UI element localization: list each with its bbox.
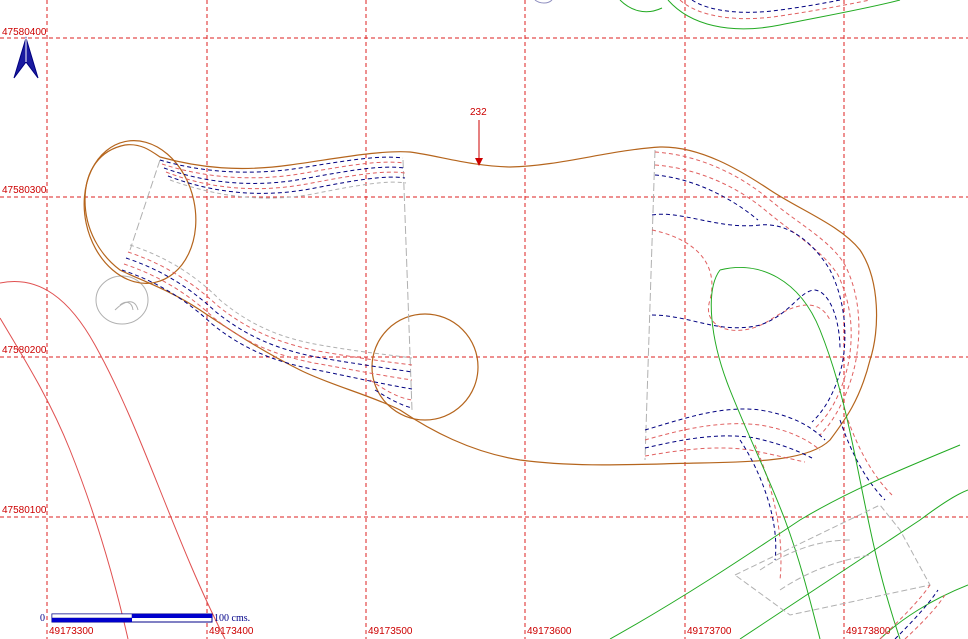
map-canvas[interactable]: 47580400 47580300 47580200 47580100 4917… bbox=[0, 0, 968, 639]
scale-bar-start-label: 0 bbox=[40, 613, 45, 624]
northing-label: 47580200 bbox=[2, 345, 47, 356]
easting-label: 49173400 bbox=[209, 626, 254, 637]
easting-label: 49173300 bbox=[49, 626, 94, 637]
northing-label: 47580300 bbox=[2, 185, 47, 196]
easting-label: 49173700 bbox=[687, 626, 732, 637]
scale-bar-end-label: 100 cms. bbox=[214, 613, 250, 624]
scale-bar: 0 100 cms. bbox=[40, 613, 250, 624]
easting-label: 49173500 bbox=[368, 626, 413, 637]
northing-label: 47580100 bbox=[2, 505, 47, 516]
feature-label: 232 bbox=[470, 107, 487, 118]
easting-label: 49173600 bbox=[527, 626, 572, 637]
northing-label: 47580400 bbox=[2, 27, 47, 38]
